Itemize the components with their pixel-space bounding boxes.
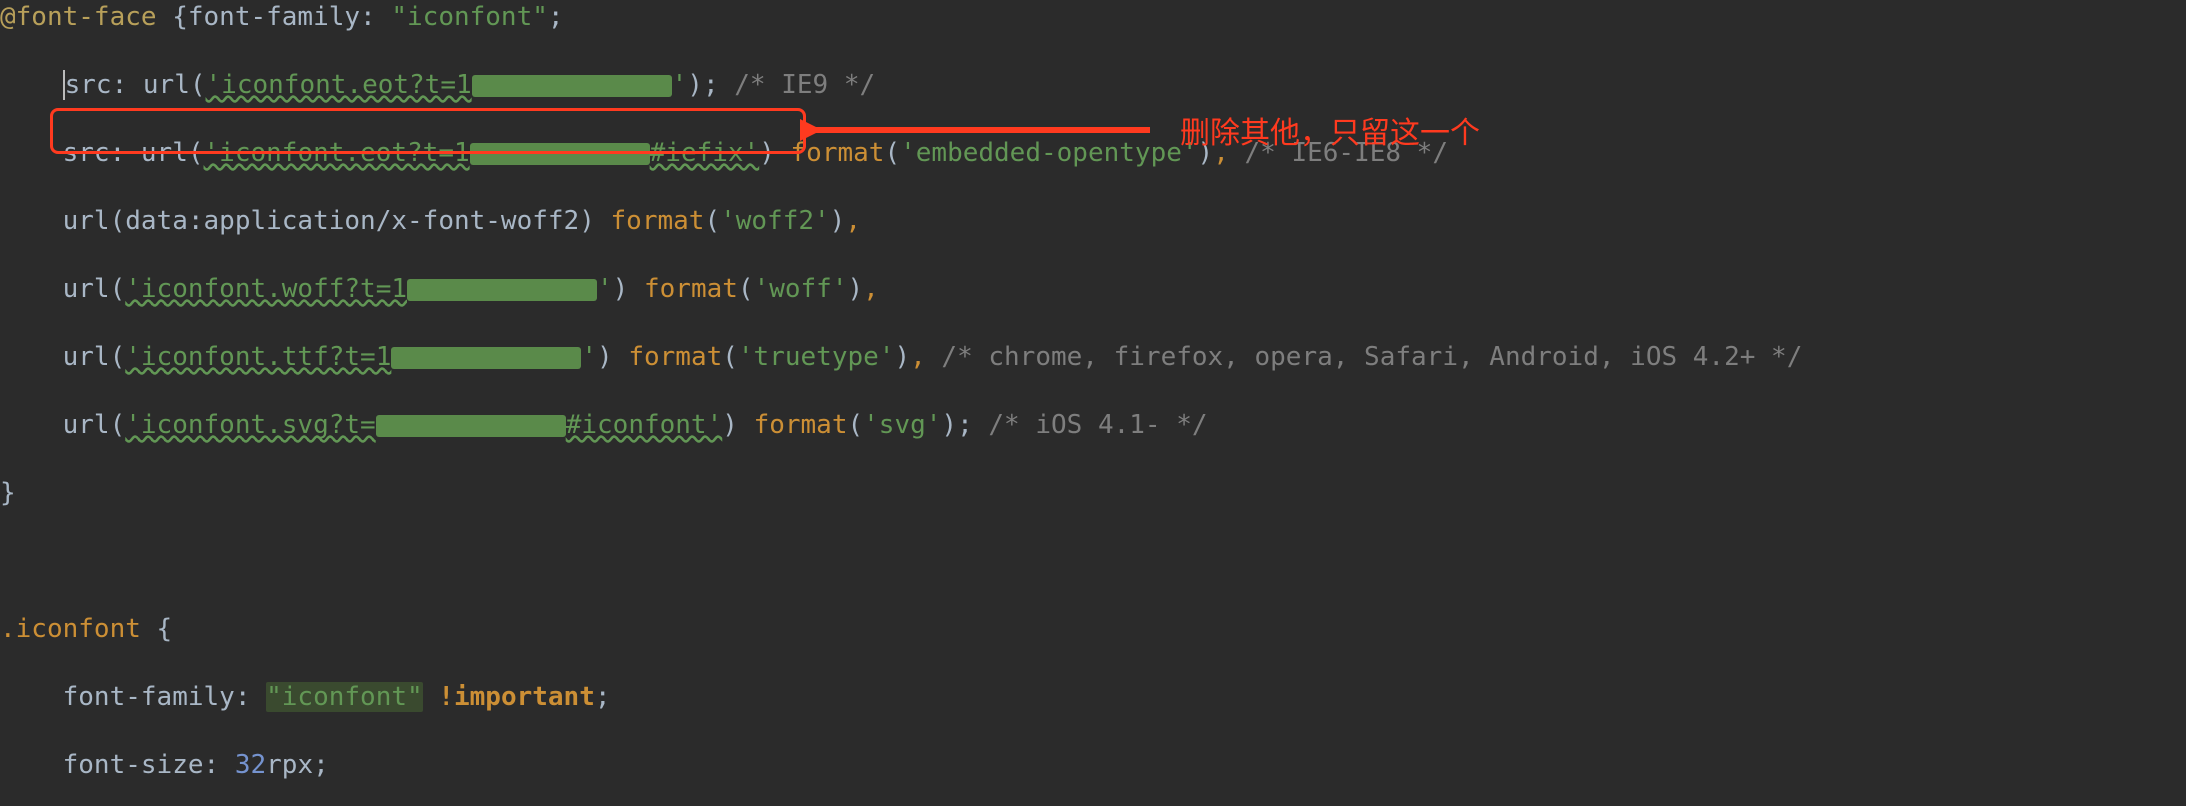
property: font-family <box>188 2 360 32</box>
string: 'iconfont.svg?t= <box>125 410 375 440</box>
code-line: font-family: "iconfont" !important; <box>0 680 2186 714</box>
string: 'iconfont.woff?t=1 <box>125 274 407 304</box>
comment: /* chrome, firefox, opera, Safari, Andro… <box>926 342 1803 372</box>
code-line: @font-face {font-family: "iconfont"; <box>0 0 2186 34</box>
code-line: url('iconfont.svg?t=#iconfont') format('… <box>0 408 2186 442</box>
code-line: url('iconfont.ttf?t=1') format('truetype… <box>0 340 2186 374</box>
string: 'embedded-opentype' <box>900 138 1197 168</box>
brace-open: { <box>157 2 188 32</box>
property: src <box>65 70 112 100</box>
string: 'truetype' <box>738 342 895 372</box>
format-keyword: format <box>644 274 738 304</box>
code-line: } <box>0 476 2186 510</box>
string: 'woff2' <box>720 206 830 236</box>
string: "iconfont" <box>266 682 423 712</box>
property: font-size <box>63 750 204 780</box>
data-uri: data:application/x-font-woff2 <box>125 206 579 236</box>
brace-close: } <box>0 478 16 508</box>
redacted <box>407 279 597 301</box>
string: 'iconfont.ttf?t=1 <box>125 342 391 372</box>
property: src <box>63 138 110 168</box>
string: 'svg' <box>863 410 941 440</box>
code-line: url('iconfont.woff?t=1') format('woff'), <box>0 272 2186 306</box>
code-line: src: url('iconfont.eot?t=1'); /* IE9 */ <box>0 68 2186 102</box>
code-editor[interactable]: @font-face {font-family: "iconfont"; src… <box>0 0 2186 806</box>
format-keyword: format <box>628 342 722 372</box>
string: 'iconfont.eot?t=1 <box>204 138 470 168</box>
code-line: font-size: 32rpx; <box>0 748 2186 782</box>
at-rule: @font-face <box>0 2 157 32</box>
annotation-text: 删除其他，只留这一个 <box>1180 108 1480 152</box>
redacted <box>470 143 650 165</box>
blank-line <box>0 544 2186 578</box>
format-keyword: format <box>791 138 885 168</box>
code-line: url(data:application/x-font-woff2) forma… <box>0 204 2186 238</box>
code-line: src: url('iconfont.eot?t=1#iefix') forma… <box>0 136 2186 170</box>
code-line: .iconfont { <box>0 612 2186 646</box>
comment: /* iOS 4.1- */ <box>973 410 1208 440</box>
selector: iconfont <box>16 614 141 644</box>
string: 'iconfont.eot?t=1 <box>206 70 472 100</box>
redacted <box>376 415 566 437</box>
format-keyword: format <box>611 206 705 236</box>
property: font-family <box>63 682 235 712</box>
string: "iconfont" <box>391 2 548 32</box>
number: 32 <box>235 750 266 780</box>
redacted <box>391 347 581 369</box>
comment: /* IE9 */ <box>719 70 876 100</box>
format-keyword: format <box>754 410 848 440</box>
redacted <box>472 75 672 97</box>
important-keyword: !important <box>438 682 595 712</box>
string: 'woff' <box>754 274 848 304</box>
